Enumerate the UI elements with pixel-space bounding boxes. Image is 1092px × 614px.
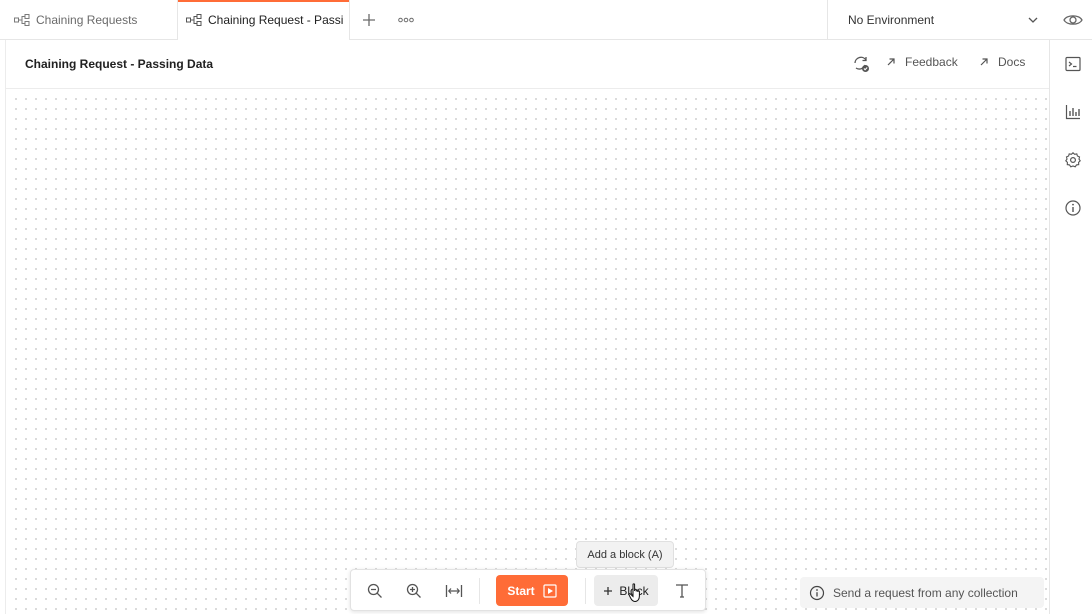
canvas-toolbar: Start Block xyxy=(350,569,706,611)
start-label: Start xyxy=(507,583,535,598)
block-tooltip: Add a block (A) xyxy=(576,541,674,568)
tab-label: Chaining Requests xyxy=(36,13,138,27)
arrow-up-right-icon xyxy=(887,58,895,66)
right-sidebar xyxy=(1049,40,1092,614)
settings-gear-icon[interactable] xyxy=(1064,151,1082,169)
docs-link[interactable]: Docs xyxy=(979,55,1025,69)
add-block-button[interactable]: Block xyxy=(594,575,658,606)
zoom-in-icon xyxy=(406,583,421,598)
environment-label: No Environment xyxy=(848,13,935,27)
play-icon xyxy=(543,583,557,598)
zoom-in-button[interactable] xyxy=(403,580,425,602)
feedback-label: Feedback xyxy=(905,55,958,69)
chart-icon[interactable] xyxy=(1064,103,1082,121)
more-tabs-button[interactable] xyxy=(396,10,416,30)
sync-status-icon[interactable] xyxy=(851,54,871,74)
toolbar-divider xyxy=(479,578,480,604)
tab-label: Chaining Request - Passing Data xyxy=(208,13,343,27)
flow-icon xyxy=(186,14,202,26)
start-button[interactable]: Start xyxy=(496,575,568,606)
page-title: Chaining Request - Passing Data xyxy=(25,57,214,71)
hint-text: Send a request from any collection xyxy=(833,585,1018,600)
flow-icon xyxy=(14,14,30,26)
chevron-down-icon xyxy=(1028,17,1038,23)
hand-pointer-icon xyxy=(628,583,640,603)
more-dots-icon xyxy=(398,17,414,23)
plus-icon xyxy=(363,14,375,26)
page-header: Chaining Request - Passing Data Feedback… xyxy=(6,40,1049,89)
zoom-out-icon xyxy=(367,583,382,598)
tab-bar: Chaining Requests Chaining Request - Pas… xyxy=(0,0,1092,40)
eye-icon[interactable] xyxy=(1062,10,1084,30)
flow-canvas[interactable] xyxy=(7,90,1049,614)
environment-selector[interactable]: No Environment xyxy=(827,0,1053,40)
info-icon[interactable] xyxy=(1064,199,1082,217)
new-tab-button[interactable] xyxy=(358,9,380,31)
toolbar-divider xyxy=(585,578,586,604)
tab-chaining-request-passing-data[interactable]: Chaining Request - Passing Data xyxy=(178,0,350,40)
text-icon xyxy=(676,584,688,598)
fit-to-screen-button[interactable] xyxy=(443,580,465,602)
arrow-up-right-icon xyxy=(980,58,988,66)
tab-chaining-requests[interactable]: Chaining Requests xyxy=(0,0,178,40)
docs-label: Docs xyxy=(998,55,1026,69)
feedback-link[interactable]: Feedback xyxy=(886,55,958,69)
plus-icon xyxy=(604,586,613,595)
fit-width-icon xyxy=(445,585,463,597)
left-rail xyxy=(0,40,6,614)
zoom-out-button[interactable] xyxy=(364,580,386,602)
send-request-hint: Send a request from any collection xyxy=(800,577,1044,608)
add-text-button[interactable] xyxy=(671,580,693,602)
info-icon xyxy=(809,585,825,600)
console-icon[interactable] xyxy=(1064,55,1082,73)
